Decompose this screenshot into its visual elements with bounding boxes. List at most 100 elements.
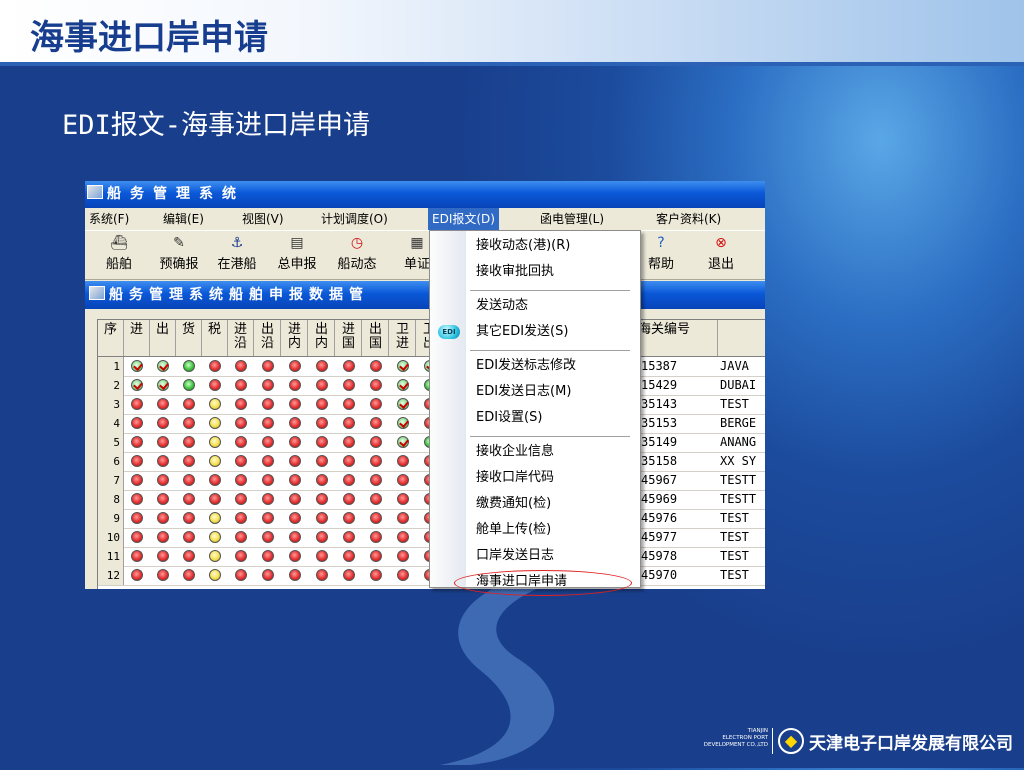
grid-header-cell[interactable]: 出 沿 [255, 320, 281, 356]
menu-item-5[interactable]: 函电管理(L) [536, 208, 608, 230]
status-red-icon [235, 436, 247, 448]
status-red-icon [397, 550, 409, 562]
edi-dropdown-menu: 接收动态(港)(R) 接收审批回执 发送动态 其它EDI发送(S) EDI EDI发送标志… [429, 230, 641, 596]
customs-code-cell: 45967 [641, 473, 678, 487]
menu-item-1[interactable]: 编辑(E) [159, 208, 208, 230]
menu-item-3[interactable]: 计划调度(O) [317, 208, 392, 230]
ship-name-cell: DUBAI [720, 378, 757, 392]
grid-header-cell[interactable]: 卫 进 [390, 320, 416, 356]
status-red-icon [131, 474, 143, 486]
grid-header-cell[interactable]: 出 [150, 320, 176, 356]
edi-menu-item[interactable]: EDI发送标志修改 [476, 355, 576, 377]
status-red-icon [343, 512, 355, 524]
status-red-icon [289, 398, 301, 410]
menu-item-2[interactable]: 视图(V) [238, 208, 288, 230]
subwindow-title-bar: 船务管理系统船舶申报数据管 [85, 281, 765, 309]
status-red-icon [289, 360, 301, 372]
status-red-icon [343, 531, 355, 543]
status-red-icon [370, 493, 382, 505]
edi-menu-item[interactable]: EDI发送日志(M) [476, 381, 571, 403]
row-number: 10 [98, 528, 124, 547]
company-logo: TIANJIN ELECTRON PORT DEVELOPMENT CO.,LT… [696, 726, 1016, 758]
status-red-icon [370, 550, 382, 562]
status-red-icon [343, 474, 355, 486]
status-red-icon [183, 493, 195, 505]
status-red-icon [316, 569, 328, 581]
edi-menu-item[interactable]: 接收企业信息 [476, 441, 554, 463]
grid-header-cell[interactable]: 税 [202, 320, 228, 356]
grid-header-cell[interactable]: 海关编号 [638, 320, 718, 356]
menu-item-0[interactable]: 系统(F) [85, 208, 133, 230]
status-red-icon [343, 569, 355, 581]
toolbar: ⛴ 船舶 ✎ 预确报 ⚓ 在港船 ▤ 总申报 ◷ 船动态 ▦ 单证? 帮助 ⊗ 退出 [85, 231, 765, 280]
toolbar-button-7[interactable]: ⊗ 退出 [693, 235, 749, 272]
ship-icon: ⛴ [110, 235, 128, 251]
app-window: 船务管理系统 系统(F) 编辑(E) 视图(V) 计划调度(O) EDI报文(D) 函电管… [85, 181, 765, 589]
edi-menu-item[interactable]: 发送动态 [476, 295, 528, 317]
status-red-icon [209, 360, 221, 372]
status-red-icon [370, 360, 382, 372]
edi-menu-item[interactable]: 接收口岸代码 [476, 467, 554, 489]
status-red-icon [235, 417, 247, 429]
grid-header-cell[interactable]: 出 国 [363, 320, 389, 356]
grid-header-cell[interactable]: 进 内 [282, 320, 308, 356]
status-red-icon [235, 493, 247, 505]
menu-item-6[interactable]: 客户资料(K) [652, 208, 725, 230]
status-red-icon [316, 531, 328, 543]
row-number: 3 [98, 395, 124, 414]
menu-separator [470, 290, 630, 291]
grid-header-cell[interactable]: 进 国 [336, 320, 362, 356]
ship-name-cell: BERGE [720, 416, 757, 430]
row-number: 9 [98, 509, 124, 528]
status-red-icon [235, 379, 247, 391]
status-red-icon [157, 550, 169, 562]
grid-header-cell[interactable]: 出 内 [309, 320, 335, 356]
logo-divider [772, 728, 773, 754]
toolbar-button-4[interactable]: ◷ 船动态 [329, 235, 385, 272]
status-red-icon [343, 379, 355, 391]
grid-header-cell[interactable]: 进 [124, 320, 150, 356]
ship-name-cell: TEST [720, 397, 749, 411]
subwindow-icon [89, 286, 105, 300]
status-red-icon [209, 493, 221, 505]
status-red-icon [157, 417, 169, 429]
edi-menu-item[interactable]: 舱单上传(检) [476, 519, 551, 541]
toolbar-button-2[interactable]: ⚓ 在港船 [209, 235, 265, 272]
status-red-icon [289, 493, 301, 505]
report-icon: ✎ [173, 235, 185, 251]
status-red-icon [289, 436, 301, 448]
status-red-icon [316, 493, 328, 505]
toolbar-label: 帮助 [647, 257, 674, 272]
edi-menu-item[interactable]: 口岸发送日志 [476, 545, 554, 567]
edi-menu-item[interactable]: EDI设置(S) [476, 407, 542, 429]
edi-menu-item[interactable]: 缴费通知(检) [476, 493, 551, 515]
customs-code-cell: 15387 [641, 359, 678, 373]
status-red-icon [235, 455, 247, 467]
toolbar-button-3[interactable]: ▤ 总申报 [269, 235, 325, 272]
logo-line3: DEVELOPMENT CO.,LTD [703, 742, 768, 748]
logo-line2: ELECTRON PORT [722, 735, 768, 741]
grid-header-cell[interactable]: 进 沿 [228, 320, 254, 356]
status-red-icon [289, 550, 301, 562]
toolbar-label: 预确报 [159, 257, 199, 272]
status-yellow-icon [209, 436, 221, 448]
toolbar-button-6[interactable]: ? 帮助 [633, 235, 689, 272]
status-red-icon [183, 436, 195, 448]
grid-header-cell[interactable] [718, 320, 765, 356]
grid-header-cell[interactable]: 货 [176, 320, 202, 356]
ship-name-cell: TEST [720, 530, 749, 544]
toolbar-button-0[interactable]: ⛴ 船舶 [91, 235, 147, 272]
grid-header-cell[interactable]: 序 [98, 320, 124, 356]
status-red-icon [316, 379, 328, 391]
toolbar-button-1[interactable]: ✎ 预确报 [151, 235, 207, 272]
status-red-icon [262, 360, 274, 372]
edi-menu-item[interactable]: 其它EDI发送(S) [476, 321, 568, 343]
menu-item-4[interactable]: EDI报文(D) [428, 208, 499, 230]
status-red-icon [370, 379, 382, 391]
edi-menu-item[interactable]: 接收动态(港)(R) [476, 235, 570, 257]
status-yellow-icon [209, 531, 221, 543]
status-red-icon [316, 417, 328, 429]
edi-menu-item[interactable]: 接收审批回执 [476, 261, 554, 283]
status-red-icon [262, 512, 274, 524]
status-green-icon [183, 379, 195, 391]
